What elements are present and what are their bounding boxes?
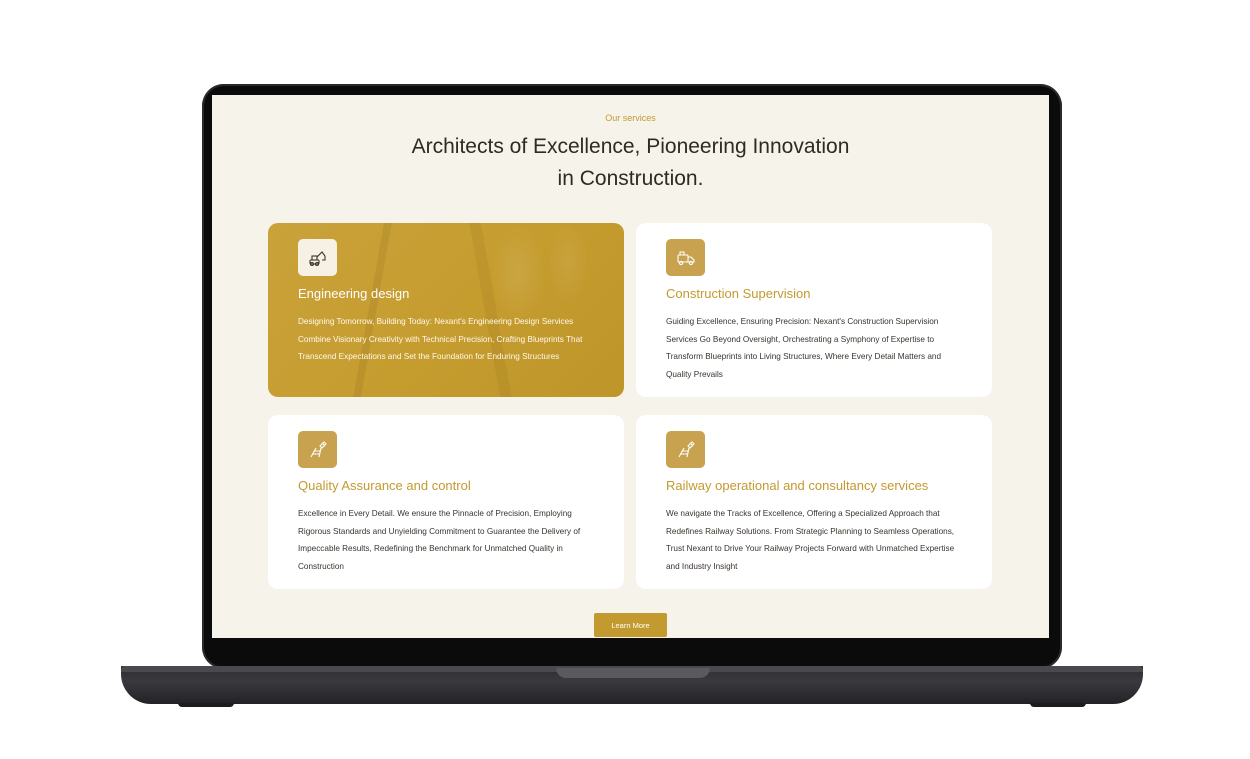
service-card-construction-supervision[interactable]: Construction Supervision Guiding Excelle… (636, 223, 992, 397)
card-description: Excellence in Every Detail. We ensure th… (298, 509, 581, 571)
excavator-icon (298, 239, 337, 276)
card-title: Engineering design (298, 286, 410, 301)
laptop-foot-left (178, 703, 234, 707)
card-description: Guiding Excellence, Ensuring Precision: … (666, 317, 941, 379)
service-card-engineering-design[interactable]: Engineering design Designing Tomorrow, B… (268, 223, 624, 397)
laptop-hinge-notch (556, 668, 710, 678)
card-title: Quality Assurance and control (298, 478, 471, 493)
railway-icon (298, 431, 337, 468)
learn-more-button[interactable]: Learn More (594, 613, 667, 637)
card-title: Railway operational and consultancy serv… (666, 478, 929, 493)
section-headline: Architects of Excellence, Pioneering Inn… (362, 131, 899, 195)
laptop-screen: Our services Architects of Excellence, P… (212, 95, 1049, 638)
laptop-foot-right (1030, 703, 1086, 707)
card-description: We navigate the Tracks of Excellence, Of… (666, 509, 955, 571)
service-card-quality-assurance[interactable]: Quality Assurance and control Excellence… (268, 415, 624, 589)
card-title: Construction Supervision (666, 286, 811, 301)
headline-line-2: in Construction. (557, 167, 704, 190)
card-description: Designing Tomorrow, Building Today: Nexa… (298, 317, 583, 361)
truck-icon (666, 239, 705, 276)
railway-icon (666, 431, 705, 468)
service-card-railway-consultancy[interactable]: Railway operational and consultancy serv… (636, 415, 992, 589)
section-eyebrow: Our services (605, 113, 656, 123)
headline-line-1: Architects of Excellence, Pioneering Inn… (411, 135, 850, 158)
